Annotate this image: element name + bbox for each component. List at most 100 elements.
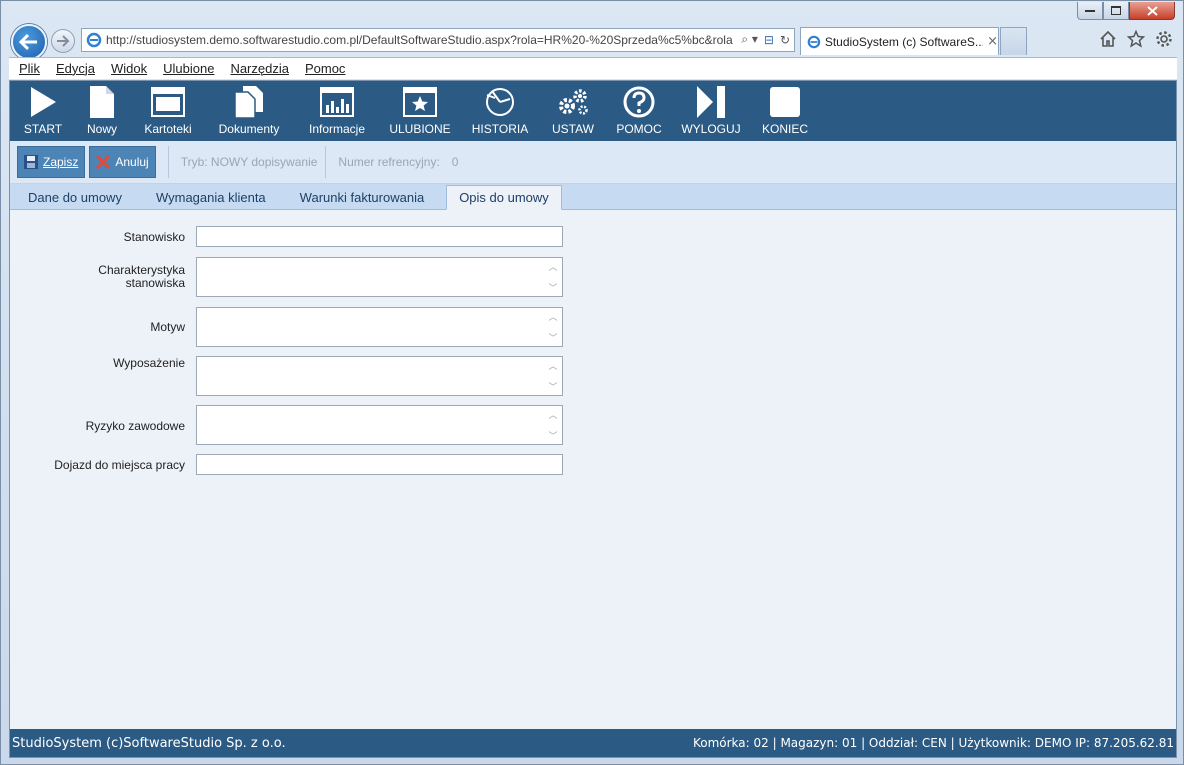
- settings-gear-icon[interactable]: [1155, 30, 1173, 48]
- home-icon[interactable]: [1099, 30, 1117, 48]
- toolbar-dokumenty[interactable]: Dokumenty: [202, 83, 296, 136]
- scroll-down-icon[interactable]: ﹀: [548, 429, 557, 442]
- toolbar-nowy[interactable]: Nowy: [70, 83, 134, 136]
- contract-description-form: Stanowisko Charakterystyka stanowiska ︿ ﹀…: [10, 210, 1176, 728]
- forward-button[interactable]: [51, 29, 75, 53]
- action-separator: [167, 146, 169, 178]
- refresh-icon[interactable]: ↻: [780, 33, 790, 47]
- row-stanowisko: Stanowisko: [10, 226, 570, 248]
- toolbar-ulubione[interactable]: ULUBIONE: [378, 83, 462, 136]
- toolbar-pomoc-label: POMOC: [616, 122, 662, 136]
- tab-ie-icon: [807, 35, 821, 48]
- dojazd-input[interactable]: [196, 454, 563, 475]
- row-wyposazenie: Wyposażenie ︿ ﹀: [10, 356, 570, 396]
- toolbar-ustaw-label: USTAW: [552, 122, 594, 136]
- toolbar-kartoteki[interactable]: Kartoteki: [134, 83, 202, 136]
- menu-plik[interactable]: Plik: [19, 61, 40, 76]
- back-arrow-icon: [19, 33, 37, 51]
- toolbar-koniec[interactable]: KONIEC: [752, 83, 818, 136]
- maximize-button[interactable]: [1103, 2, 1129, 20]
- tab-close-icon[interactable]: ×: [987, 34, 998, 49]
- row-dojazd: Dojazd do miejsca pracy: [10, 454, 570, 476]
- toolbar-historia[interactable]: HISTORIA: [462, 83, 538, 136]
- status-session-info: Komórka: 02 | Magazyn: 01 | Oddział: CEN…: [692, 736, 1174, 750]
- scroll-up-icon[interactable]: ︿: [548, 310, 557, 323]
- action-bar: Zapisz Anuluj Tryb: NOWY dopisywanie Num…: [10, 141, 1176, 184]
- scroll-down-icon[interactable]: ﹀: [548, 281, 557, 294]
- charakterystyka-label-line2: stanowiska: [125, 276, 185, 290]
- favorites-star-icon[interactable]: [1127, 30, 1145, 48]
- save-button[interactable]: Zapisz: [17, 146, 86, 178]
- new-tab-button[interactable]: [1000, 27, 1027, 55]
- main-toolbar: START Nowy Kartoteki Dokumenty Informacj…: [10, 81, 1176, 141]
- tab-wymagania-klienta[interactable]: Wymagania klienta: [144, 185, 278, 209]
- tab-warunki-fakturowania[interactable]: Warunki fakturowania: [288, 185, 437, 209]
- toolbar-informacje[interactable]: Informacje: [296, 83, 378, 136]
- toolbar-wyloguj[interactable]: WYLOGUJ: [670, 83, 752, 136]
- scroll-up-icon[interactable]: ︿: [548, 408, 557, 421]
- textarea-scrollbar[interactable]: ︿ ﹀: [546, 310, 560, 344]
- menu-edycja[interactable]: Edycja: [56, 61, 95, 76]
- wyposazenie-textarea[interactable]: ︿ ﹀: [196, 356, 563, 396]
- stanowisko-input[interactable]: [196, 226, 563, 247]
- menu-narzedzia[interactable]: Narzędzia: [230, 61, 289, 76]
- scroll-down-icon[interactable]: ﹀: [548, 331, 557, 344]
- toolbar-informacje-label: Informacje: [308, 122, 366, 136]
- row-motyw: Motyw ︿ ﹀: [10, 307, 570, 347]
- gears-icon: [559, 89, 588, 115]
- tab-dane-do-umowy[interactable]: Dane do umowy: [16, 185, 134, 209]
- ie-logo-icon: [86, 32, 102, 48]
- address-tools: ⌕ ▾ ⊟ ↻: [741, 32, 790, 47]
- minimize-button[interactable]: [1077, 2, 1103, 20]
- minimize-icon: [1085, 9, 1095, 12]
- search-dropdown-icon[interactable]: ⌕ ▾: [741, 32, 758, 47]
- wyposazenie-label: Wyposażenie: [113, 356, 185, 370]
- address-bar[interactable]: http://studiosystem.demo.softwarestudio.…: [81, 28, 795, 52]
- toolbar-historia-label: HISTORIA: [471, 122, 529, 136]
- compatibility-view-icon[interactable]: ⊟: [764, 33, 774, 47]
- ryzyko-label: Ryzyko zawodowe: [85, 419, 185, 433]
- mode-info: Tryb: NOWY dopisywanie: [180, 155, 318, 169]
- status-bar: StudioSystem (c)SoftwareStudio Sp. z o.o…: [10, 729, 1176, 757]
- toolbar-ustaw[interactable]: USTAW: [538, 83, 608, 136]
- tab-opis-do-umowy[interactable]: Opis do umowy: [446, 185, 562, 210]
- window-caption-buttons: [1077, 2, 1175, 20]
- toolbar-dokumenty-label: Dokumenty: [218, 122, 280, 136]
- browser-right-icons: [1099, 30, 1173, 48]
- scroll-up-icon[interactable]: ︿: [548, 359, 557, 372]
- form-tabs: Dane do umowy Wymagania klienta Warunki …: [10, 184, 1176, 210]
- textarea-scrollbar[interactable]: ︿ ﹀: [546, 408, 560, 442]
- close-window-button[interactable]: [1129, 2, 1175, 20]
- new-document-icon: [90, 86, 114, 118]
- navigation-bar: http://studiosystem.demo.softwarestudio.…: [1, 23, 1184, 60]
- toolbar-pomoc[interactable]: POMOC: [608, 83, 670, 136]
- cancel-x-icon: [96, 155, 111, 169]
- action-separator-2: [325, 146, 327, 178]
- star-window-icon: [403, 87, 437, 117]
- cancel-button[interactable]: Anuluj: [89, 146, 156, 178]
- cancel-button-label: Anuluj: [115, 155, 149, 169]
- window-icon: [151, 87, 185, 117]
- scroll-up-icon[interactable]: ︿: [548, 260, 557, 273]
- address-url[interactable]: http://studiosystem.demo.softwarestudio.…: [106, 33, 746, 47]
- forward-arrow-icon: [57, 35, 70, 47]
- textarea-scrollbar[interactable]: ︿ ﹀: [546, 260, 560, 294]
- ryzyko-textarea[interactable]: ︿ ﹀: [196, 405, 563, 445]
- back-button[interactable]: [11, 24, 47, 60]
- scroll-down-icon[interactable]: ﹀: [548, 380, 557, 393]
- menu-pomoc[interactable]: Pomoc: [305, 61, 345, 76]
- reference-number-label: Numer refrencyjny:: [338, 155, 440, 169]
- toolbar-start[interactable]: START: [16, 83, 70, 136]
- motyw-textarea[interactable]: ︿ ﹀: [196, 307, 563, 347]
- toolbar-kartoteki-label: Kartoteki: [144, 122, 192, 136]
- browser-tab-active[interactable]: StudioSystem (c) SoftwareS... ×: [800, 27, 999, 55]
- reference-number-value: 0: [451, 155, 459, 169]
- charakterystyka-textarea[interactable]: ︿ ﹀: [196, 257, 563, 297]
- menu-widok[interactable]: Widok: [111, 61, 147, 76]
- save-button-label: Zapisz: [43, 155, 79, 169]
- charakterystyka-label: Charakterystyka stanowiska: [15, 264, 185, 290]
- menu-ulubione[interactable]: Ulubione: [163, 61, 214, 76]
- textarea-scrollbar[interactable]: ︿ ﹀: [546, 359, 560, 393]
- row-charakterystyka: Charakterystyka stanowiska ︿ ﹀: [10, 257, 570, 297]
- stop-icon: [770, 87, 800, 117]
